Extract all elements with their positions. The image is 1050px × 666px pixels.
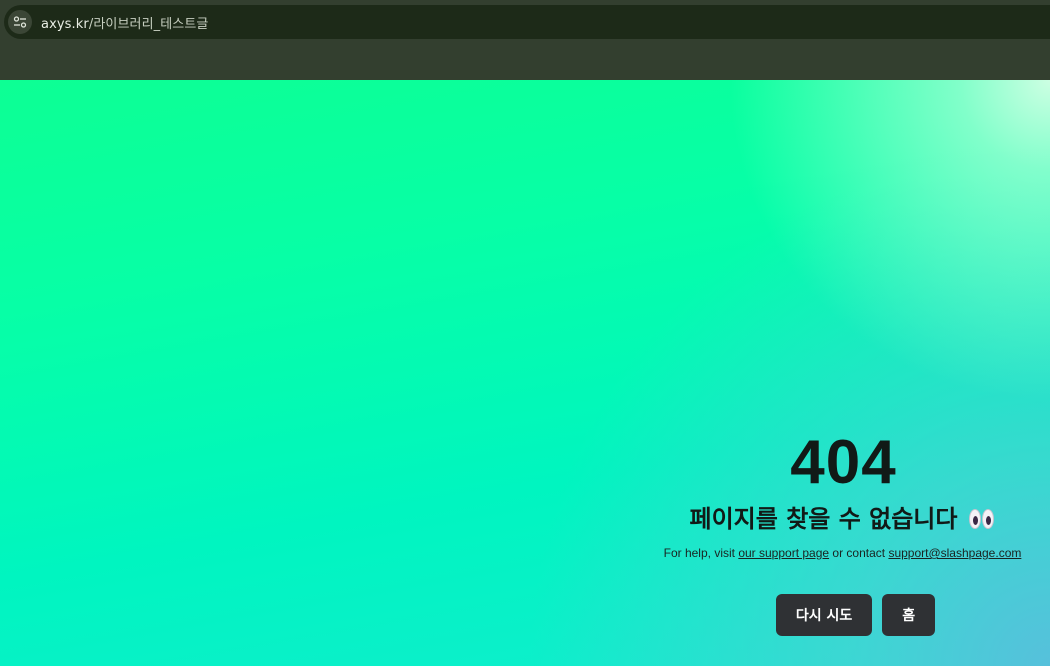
help-prefix: For help, visit xyxy=(663,546,739,560)
url-text[interactable]: axys.kr/라이브러리_테스트글 xyxy=(41,13,208,32)
error-code: 404 xyxy=(790,428,897,497)
help-middle: or contact xyxy=(829,546,889,560)
url-path: /라이브러리_테스트글 xyxy=(88,16,209,32)
support-email-link[interactable]: support@slashpage.com xyxy=(888,546,1021,560)
eye-right xyxy=(981,509,994,529)
support-page-link[interactable]: our support page xyxy=(738,546,829,560)
tune-icon xyxy=(13,16,27,28)
retry-button[interactable]: 다시 시도 xyxy=(775,594,873,636)
eyes-icon xyxy=(967,507,995,531)
action-buttons: 다시 시도 홈 xyxy=(640,594,1045,636)
url-host: axys.kr xyxy=(41,16,89,32)
error-title-text: 페이지를 찾을 수 없습니다 xyxy=(689,505,958,533)
site-info-button[interactable] xyxy=(8,10,32,34)
error-title: 페이지를 찾을 수 없습니다 xyxy=(640,504,1045,534)
address-bar[interactable]: axys.kr/라이브러리_테스트글 xyxy=(4,5,1050,39)
error-block: 404 페이지를 찾을 수 없습니다 For help, visit our s… xyxy=(640,430,1045,636)
help-text: For help, visit our support page or cont… xyxy=(640,546,1045,560)
browser-chrome: axys.kr/라이브러리_테스트글 xyxy=(0,0,1050,80)
eye-left xyxy=(968,509,981,529)
page-body: 404 페이지를 찾을 수 없습니다 For help, visit our s… xyxy=(0,80,1050,666)
home-button[interactable]: 홈 xyxy=(882,594,936,636)
